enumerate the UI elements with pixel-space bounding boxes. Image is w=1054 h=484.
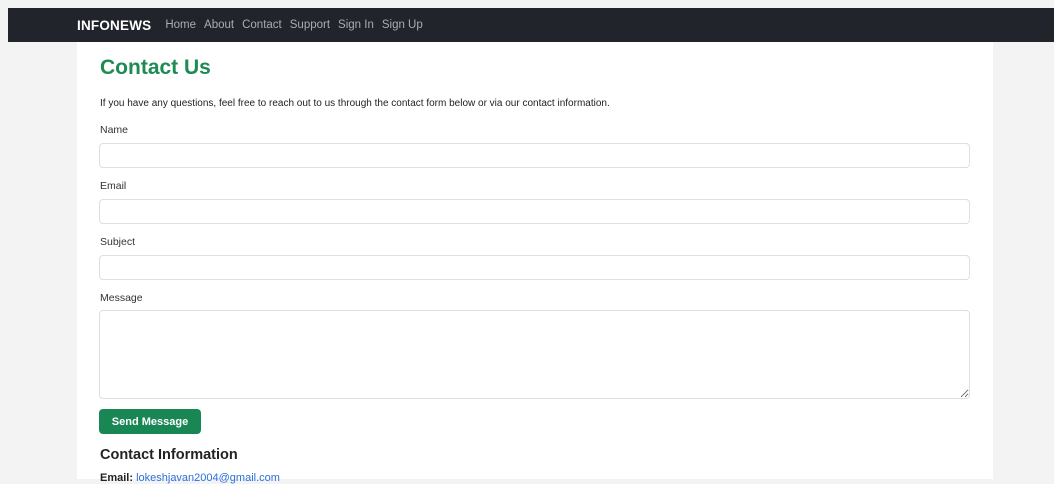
- nav-link-contact[interactable]: Contact: [242, 19, 282, 31]
- message-label: Message: [100, 292, 143, 304]
- contact-info-title: Contact Information: [100, 447, 238, 463]
- nav-link-sign-up[interactable]: Sign Up: [382, 19, 423, 31]
- contact-email-line: Email: lokeshjavan2004@gmail.com: [100, 472, 280, 484]
- subject-input[interactable]: [99, 255, 970, 280]
- nav-links: Home About Contact Support Sign In Sign …: [165, 19, 430, 31]
- nav-link-home[interactable]: Home: [165, 19, 196, 31]
- contact-email-link[interactable]: lokeshjavan2004@gmail.com: [136, 472, 280, 484]
- name-label: Name: [100, 124, 129, 136]
- email-input[interactable]: [99, 199, 970, 224]
- intro-text: If you have any questions, feel free to …: [100, 98, 610, 109]
- brand-logo[interactable]: INFONEWS: [77, 18, 151, 33]
- message-textarea[interactable]: [99, 310, 970, 399]
- subject-label: Subject: [100, 236, 136, 248]
- navbar: INFONEWS Home About Contact Support Sign…: [8, 8, 1054, 42]
- email-label: Email: [100, 180, 127, 192]
- nav-link-about[interactable]: About: [204, 19, 234, 31]
- contact-card: Contact Us If you have any questions, fe…: [77, 42, 993, 484]
- send-message-button[interactable]: Send Message: [99, 409, 201, 434]
- name-input[interactable]: [99, 143, 970, 168]
- contact-email-label: Email:: [100, 472, 134, 484]
- nav-link-support[interactable]: Support: [290, 19, 330, 31]
- nav-link-sign-in[interactable]: Sign In: [338, 19, 374, 31]
- page-title: Contact Us: [100, 56, 211, 79]
